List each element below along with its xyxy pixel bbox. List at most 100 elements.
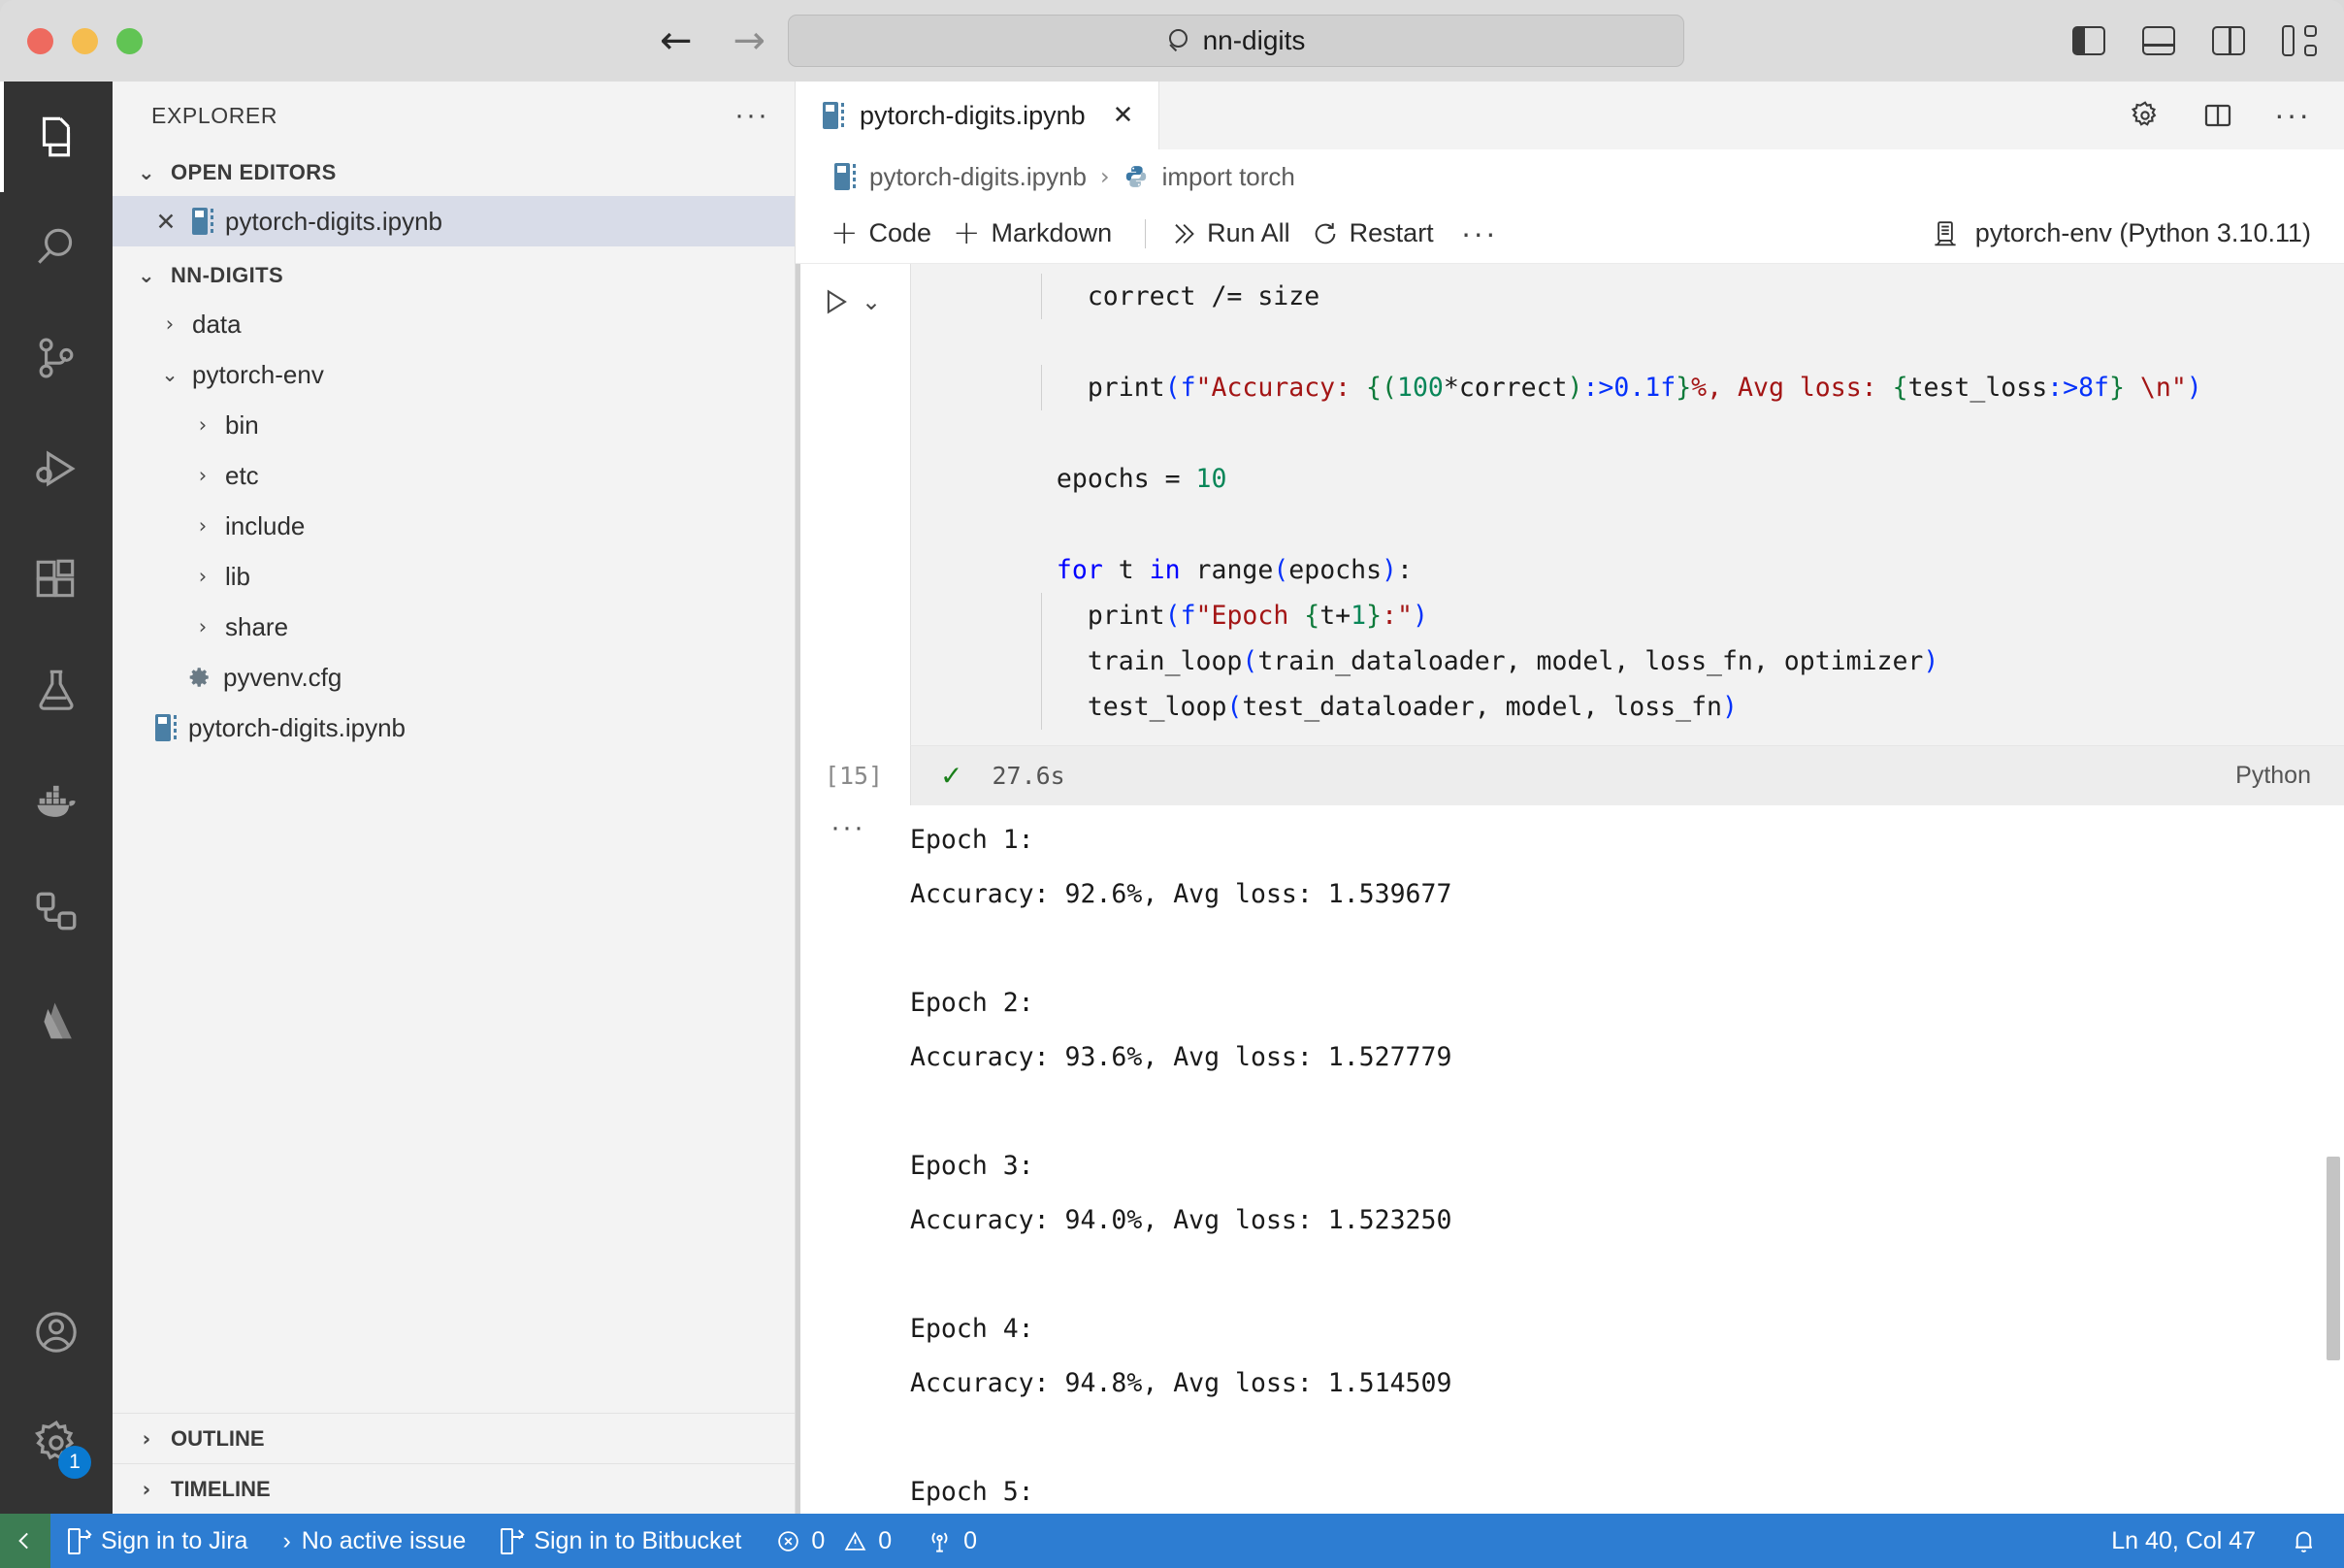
chevron-down-icon: ⌄: [138, 161, 155, 184]
close-window-button[interactable]: [27, 27, 53, 54]
notebook-code-cell[interactable]: ⌄ correct /= size print(f"Accuracy: {(10…: [796, 264, 2344, 805]
section-outline[interactable]: › OUTLINE: [113, 1413, 795, 1463]
sidebar-more-actions-icon[interactable]: ···: [734, 101, 769, 130]
tree-item-pyvenv-cfg[interactable]: pyvenv.cfg: [113, 652, 795, 702]
code-line: epochs = 10: [911, 456, 2344, 502]
add-code-label: Code: [868, 218, 932, 247]
notebook-canvas[interactable]: ⌄ correct /= size print(f"Accuracy: {(10…: [796, 264, 2344, 1514]
close-editor-icon[interactable]: ✕: [151, 208, 180, 236]
tree-item-include[interactable]: › include: [113, 501, 795, 551]
tree-item-data[interactable]: › data: [113, 299, 795, 349]
chevron-right-icon: ›: [142, 1477, 151, 1501]
status-sign-in-bitbucket[interactable]: Sign in to Bitbucket: [483, 1514, 759, 1568]
plus-icon: +: [953, 212, 981, 252]
outline-label: OUTLINE: [171, 1425, 265, 1451]
active-issue-label: No active issue: [301, 1526, 467, 1554]
go-forward-icon[interactable]: →: [733, 21, 766, 60]
maximize-window-button[interactable]: [116, 27, 143, 54]
status-cursor-position[interactable]: Ln 40, Col 47: [2094, 1514, 2273, 1568]
success-check-icon: ✓: [940, 760, 963, 792]
breadcrumb-separator: ›: [1100, 163, 1110, 190]
customize-layout-icon[interactable]: [2282, 25, 2317, 56]
status-ports[interactable]: 0: [909, 1514, 994, 1568]
kernel-selector[interactable]: pytorch-env (Python 3.10.11): [1931, 218, 2344, 248]
toggle-panel-icon[interactable]: [2142, 26, 2175, 55]
breadcrumb-item-file[interactable]: pytorch-digits.ipynb: [869, 162, 1087, 192]
notebook-scrollbar[interactable]: [2327, 1157, 2340, 1360]
more-actions-icon[interactable]: ···: [2274, 99, 2311, 130]
code-token: t+: [1319, 601, 1351, 631]
run-all-button[interactable]: Run All: [1169, 218, 1312, 248]
beaker-icon: [39, 670, 74, 710]
code-token: test_loss: [1907, 373, 2048, 403]
code-token: *correct: [1443, 373, 1568, 403]
split-editor-icon[interactable]: [2202, 100, 2233, 131]
sidebar-item-search[interactable]: [0, 192, 113, 303]
section-timeline[interactable]: › TIMELINE: [113, 1463, 795, 1514]
jira-label: Sign in to Jira: [101, 1526, 248, 1554]
code-token: }: [1366, 601, 1383, 631]
output-more-actions-icon[interactable]: ···: [830, 813, 865, 842]
code-line: correct /= size: [911, 274, 2344, 319]
status-active-issue[interactable]: › No active issue: [265, 1514, 483, 1568]
code-token: :: [1397, 555, 1413, 585]
code-token: train_loop: [1087, 646, 1243, 676]
output-line: Epoch 4:: [910, 1314, 1034, 1344]
tree-item-pytorch-env[interactable]: ⌄ pytorch-env: [113, 349, 795, 400]
chevron-right-icon: ›: [198, 615, 208, 638]
restart-icon: [1315, 222, 1335, 244]
status-notifications[interactable]: [2273, 1514, 2344, 1568]
indent-guide: [1041, 638, 1042, 684]
status-sign-in-jira[interactable]: Sign in to Jira: [50, 1514, 265, 1568]
output-text: Epoch 1: Accuracy: 92.6%, Avg loss: 1.539…: [910, 805, 1451, 1514]
chevron-down-icon[interactable]: ⌄: [862, 288, 881, 315]
code-token: "Epoch: [1195, 601, 1305, 631]
sidebar-title: EXPLORER: [151, 102, 278, 128]
minimize-window-button[interactable]: [72, 27, 98, 54]
section-workspace-folder[interactable]: ⌄ NN-DIGITS: [113, 252, 795, 299]
tree-item-share[interactable]: › share: [113, 602, 795, 652]
sidebar-item-remote-explorer[interactable]: [0, 856, 113, 966]
sidebar-item-atlassian[interactable]: [0, 966, 113, 1077]
accounts-button[interactable]: [0, 1277, 113, 1388]
code-editor[interactable]: correct /= size print(f"Accuracy: {(100*…: [910, 264, 2344, 745]
manage-settings-button[interactable]: 1: [0, 1388, 113, 1498]
sidebar-item-testing[interactable]: [0, 635, 113, 745]
sidebar-item-source-control[interactable]: [0, 303, 113, 413]
add-code-cell-button[interactable]: + Code: [830, 216, 953, 249]
restart-kernel-button[interactable]: Restart: [1312, 218, 1455, 248]
go-back-icon[interactable]: ←: [660, 21, 693, 60]
tree-item-lib[interactable]: › lib: [113, 551, 795, 602]
tree-item-label: pyvenv.cfg: [223, 662, 342, 692]
sidebar-item-explorer[interactable]: [0, 82, 113, 192]
output-line: Epoch 3:: [910, 1151, 1034, 1181]
settings-gear-icon[interactable]: [2129, 99, 2162, 132]
docker-whale-icon: [37, 785, 76, 817]
run-cell-button[interactable]: ⌄: [819, 285, 881, 318]
sidebar-item-run-and-debug[interactable]: [0, 413, 113, 524]
code-token: }: [2108, 373, 2125, 403]
notebook-more-actions-icon[interactable]: ···: [1461, 217, 1498, 248]
tree-item-bin[interactable]: › bin: [113, 400, 795, 450]
toggle-primary-sidebar-icon[interactable]: [2072, 26, 2105, 55]
open-editor-item[interactable]: ✕ pytorch-digits.ipynb: [113, 196, 795, 246]
command-center-search[interactable]: nn-digits: [788, 15, 1684, 67]
cell-language[interactable]: Python: [2235, 762, 2344, 790]
add-markdown-cell-button[interactable]: + Markdown: [953, 212, 1133, 252]
toggle-secondary-sidebar-icon[interactable]: [2212, 26, 2245, 55]
status-problems[interactable]: 0 0: [759, 1514, 909, 1568]
sidebar-item-docker[interactable]: [0, 745, 113, 856]
code-token: (: [1226, 692, 1243, 722]
code-token: "Accuracy:: [1195, 373, 1367, 403]
radio-tower-icon: [931, 1531, 948, 1552]
run-all-label: Run All: [1207, 218, 1290, 247]
remote-window-button[interactable]: [0, 1514, 50, 1568]
close-tab-icon[interactable]: ✕: [1113, 101, 1134, 130]
tree-item-etc[interactable]: › etc: [113, 450, 795, 501]
section-open-editors[interactable]: ⌄ OPEN EDITORS: [113, 149, 795, 196]
sidebar-item-extensions[interactable]: [0, 524, 113, 635]
breadcrumb-item-cell[interactable]: import torch: [1162, 162, 1295, 192]
tree-item-pytorch-digits-ipynb[interactable]: pytorch-digits.ipynb: [113, 702, 795, 753]
tab-pytorch-digits-ipynb[interactable]: pytorch-digits.ipynb ✕: [796, 82, 1160, 149]
